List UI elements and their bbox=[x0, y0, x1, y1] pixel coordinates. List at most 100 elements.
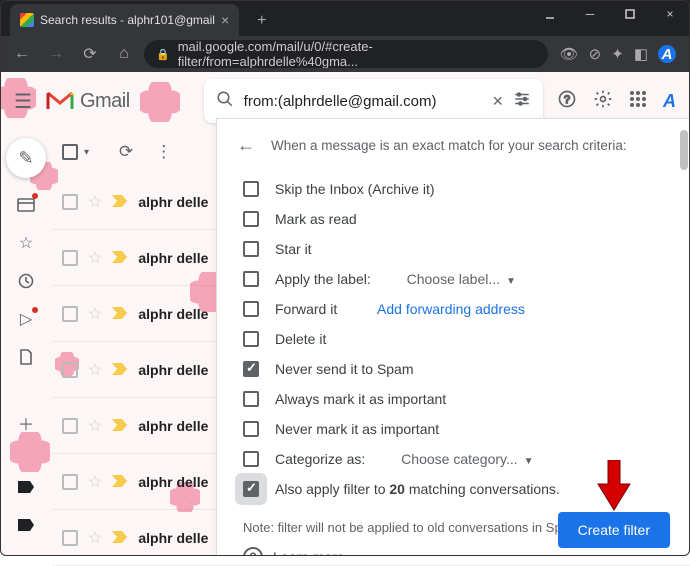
left-rail: ✎ ☆ ▷ ＋ bbox=[0, 130, 52, 556]
eye-icon[interactable]: 👁 bbox=[560, 45, 579, 63]
apply-label-checkbox[interactable] bbox=[243, 271, 259, 287]
learn-more-link[interactable]: Learn more bbox=[273, 549, 345, 556]
add-label-icon[interactable]: ＋ bbox=[10, 412, 42, 434]
url-field[interactable]: 🔒 mail.google.com/mail/u/0/#create-filte… bbox=[144, 40, 548, 68]
star-icon[interactable]: ☆ bbox=[88, 248, 102, 268]
importance-icon[interactable] bbox=[112, 250, 128, 266]
forward-it-checkbox[interactable] bbox=[243, 301, 259, 317]
minimize2-button[interactable]: ─ bbox=[570, 0, 610, 28]
also-apply-checkbox[interactable] bbox=[243, 481, 259, 497]
importance-icon[interactable] bbox=[112, 418, 128, 434]
sent-rail-icon[interactable]: ▷ bbox=[10, 308, 42, 330]
importance-icon[interactable] bbox=[112, 474, 128, 490]
select-all-checkbox[interactable] bbox=[62, 144, 78, 160]
close-tab-icon[interactable]: × bbox=[221, 12, 229, 28]
never-important-checkbox[interactable] bbox=[243, 421, 259, 437]
label1-icon[interactable] bbox=[10, 476, 42, 498]
search-input[interactable] bbox=[244, 93, 483, 110]
forward-icon: → bbox=[42, 40, 70, 68]
star-icon[interactable]: ☆ bbox=[88, 192, 102, 212]
extension-icons: 👁 ⊘ ✦ ◧ A bbox=[554, 45, 682, 63]
importance-icon[interactable] bbox=[112, 194, 128, 210]
back-arrow-icon[interactable]: ← bbox=[237, 135, 255, 156]
extensions-icon[interactable]: ✦ bbox=[611, 45, 624, 63]
gmail-logo[interactable]: Gmail bbox=[46, 90, 130, 113]
minimize-button[interactable] bbox=[530, 0, 570, 28]
apps-grid-icon[interactable] bbox=[629, 90, 647, 113]
row-sender: alphr delle bbox=[138, 474, 208, 490]
also-apply-label: Also apply filter to 20 matching convers… bbox=[275, 481, 560, 497]
row-checkbox[interactable] bbox=[62, 194, 78, 210]
skip-inbox-checkbox[interactable] bbox=[243, 181, 259, 197]
account-avatar[interactable]: A bbox=[663, 91, 676, 112]
row-checkbox[interactable] bbox=[62, 250, 78, 266]
never-important-label: Never mark it as important bbox=[275, 421, 439, 437]
close-window-button[interactable]: × bbox=[650, 0, 690, 28]
browser-titlebar: Search results - alphr101@gmail × + ─ × bbox=[0, 0, 690, 36]
tab-title: Search results - alphr101@gmail bbox=[40, 13, 215, 27]
star-it-label: Star it bbox=[275, 241, 312, 257]
mark-read-checkbox[interactable] bbox=[243, 211, 259, 227]
always-important-label: Always mark it as important bbox=[275, 391, 446, 407]
star-icon[interactable]: ☆ bbox=[88, 416, 102, 436]
star-icon[interactable]: ☆ bbox=[88, 472, 102, 492]
reload-icon[interactable]: ⟳ bbox=[76, 40, 104, 68]
more-icon[interactable]: ⋮ bbox=[155, 142, 172, 162]
row-checkbox[interactable] bbox=[62, 474, 78, 490]
star-icon[interactable]: ☆ bbox=[88, 528, 102, 548]
row-sender: alphr delle bbox=[138, 250, 208, 266]
row-sender: alphr delle bbox=[138, 306, 208, 322]
svg-text:?: ? bbox=[564, 94, 570, 106]
browser-tab[interactable]: Search results - alphr101@gmail × bbox=[10, 4, 239, 36]
select-all-caret-icon[interactable]: ▾ bbox=[84, 147, 89, 158]
filter-heading: When a message is an exact match for you… bbox=[271, 138, 627, 153]
annotation-arrow-icon bbox=[592, 460, 636, 514]
row-checkbox[interactable] bbox=[62, 418, 78, 434]
importance-icon[interactable] bbox=[112, 362, 128, 378]
categorize-select[interactable]: Choose category...▼ bbox=[401, 451, 533, 467]
row-sender: alphr delle bbox=[138, 194, 208, 210]
puzzle-icon[interactable]: ◧ bbox=[634, 45, 648, 63]
search-bar[interactable]: × bbox=[204, 79, 543, 123]
alphr-extension-icon[interactable]: A bbox=[658, 45, 676, 63]
label2-icon[interactable] bbox=[10, 514, 42, 536]
lock-icon: 🔒 bbox=[156, 48, 170, 61]
star-icon[interactable]: ☆ bbox=[88, 304, 102, 324]
row-checkbox[interactable] bbox=[62, 530, 78, 546]
apply-label-select[interactable]: Choose label...▼ bbox=[407, 271, 516, 287]
search-options-icon[interactable] bbox=[513, 90, 531, 113]
help-icon[interactable]: ? bbox=[243, 547, 263, 556]
settings-gear-icon[interactable] bbox=[593, 89, 613, 114]
back-icon[interactable]: ← bbox=[8, 40, 36, 68]
compose-button[interactable]: ✎ bbox=[6, 138, 46, 178]
snoozed-rail-icon[interactable] bbox=[10, 270, 42, 292]
importance-icon[interactable] bbox=[112, 306, 128, 322]
support-icon[interactable]: ? bbox=[557, 89, 577, 114]
add-forwarding-link[interactable]: Add forwarding address bbox=[377, 301, 525, 317]
clear-search-icon[interactable]: × bbox=[492, 91, 503, 112]
scrollbar-thumb[interactable] bbox=[680, 130, 688, 170]
skip-inbox-label: Skip the Inbox (Archive it) bbox=[275, 181, 435, 197]
never-spam-checkbox[interactable] bbox=[243, 361, 259, 377]
row-checkbox[interactable] bbox=[62, 306, 78, 322]
new-tab-button[interactable]: + bbox=[247, 6, 276, 36]
create-filter-button[interactable]: Create filter bbox=[558, 512, 670, 548]
categorize-checkbox[interactable] bbox=[243, 451, 259, 467]
starred-rail-icon[interactable]: ☆ bbox=[10, 232, 42, 254]
row-checkbox[interactable] bbox=[62, 362, 78, 378]
never-spam-label: Never send it to Spam bbox=[275, 361, 414, 377]
star-icon[interactable]: ☆ bbox=[88, 360, 102, 380]
block-icon[interactable]: ⊘ bbox=[589, 45, 602, 63]
delete-it-checkbox[interactable] bbox=[243, 331, 259, 347]
search-icon[interactable] bbox=[216, 90, 234, 113]
inbox-rail-icon[interactable] bbox=[10, 194, 42, 216]
gmail-text: Gmail bbox=[80, 90, 130, 113]
always-important-checkbox[interactable] bbox=[243, 391, 259, 407]
importance-icon[interactable] bbox=[112, 530, 128, 546]
main-menu-icon[interactable]: ☰ bbox=[14, 89, 32, 114]
refresh-icon[interactable]: ⟳ bbox=[119, 142, 133, 162]
star-it-checkbox[interactable] bbox=[243, 241, 259, 257]
maximize-button[interactable] bbox=[610, 0, 650, 28]
home-icon[interactable]: ⌂ bbox=[110, 40, 138, 68]
drafts-rail-icon[interactable] bbox=[10, 346, 42, 368]
